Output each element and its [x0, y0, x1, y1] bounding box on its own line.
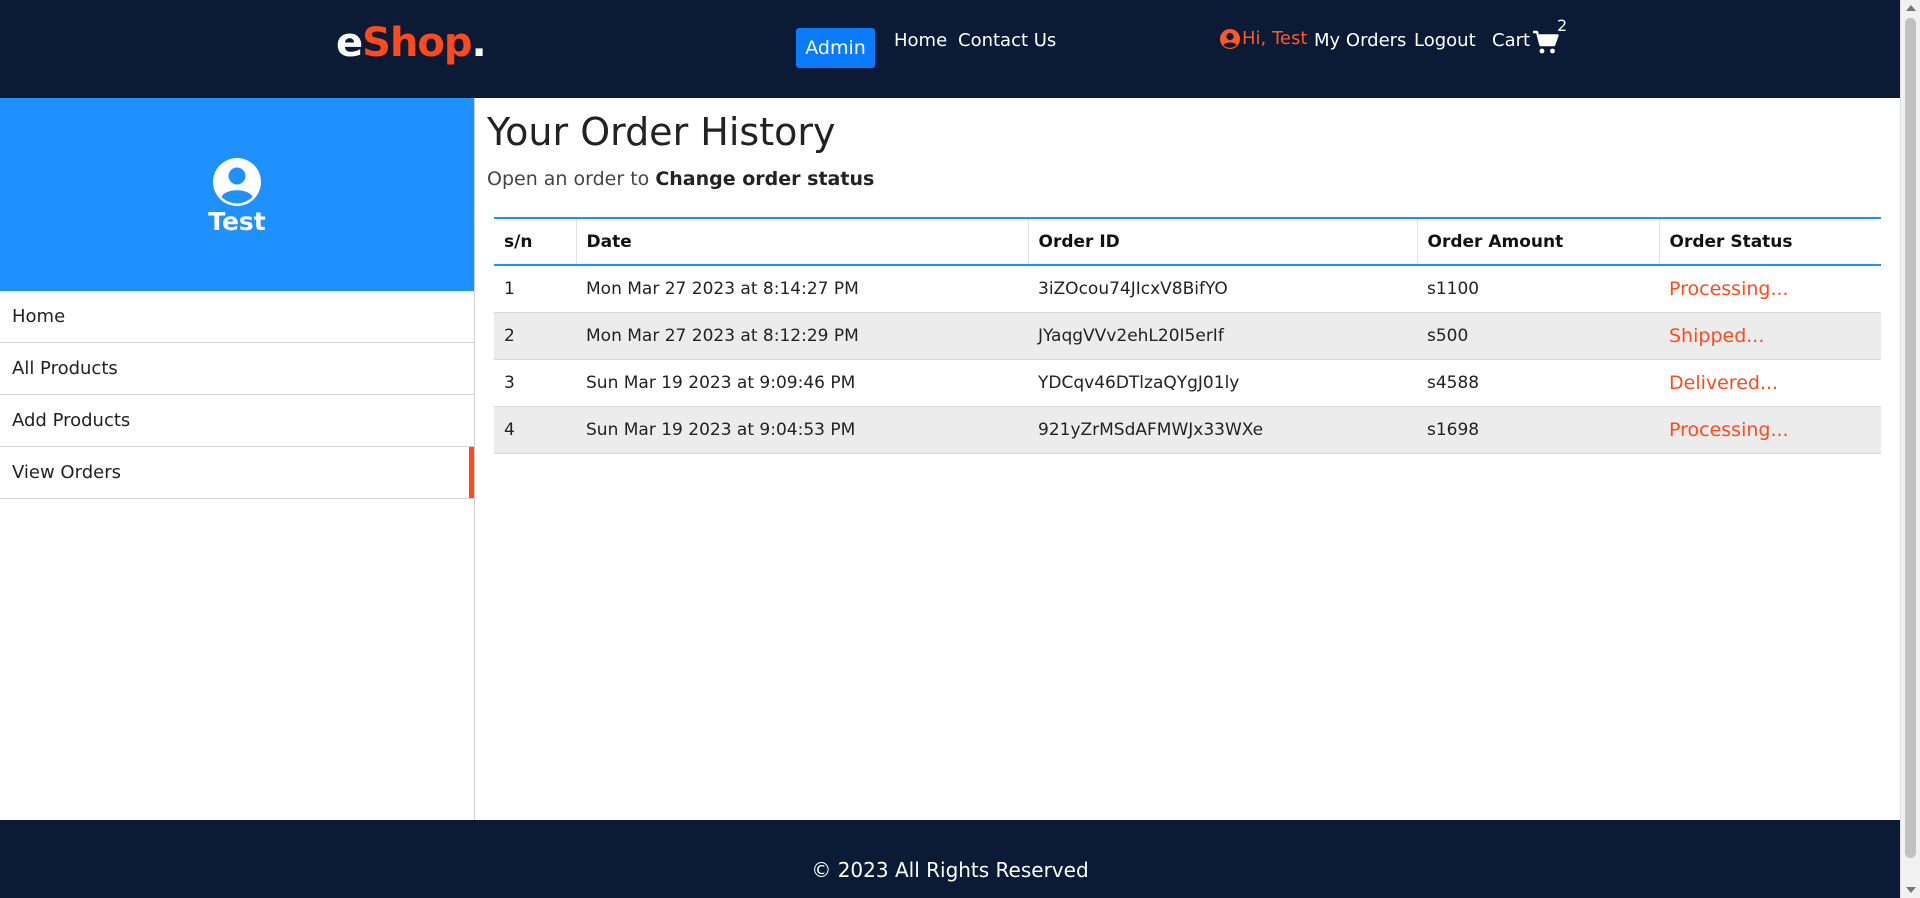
table-row[interactable]: 1 Mon Mar 27 2023 at 8:14:27 PM 3iZOcou7… — [494, 265, 1881, 313]
sidebar-item-label: Add Products — [12, 410, 131, 431]
orders-table: s/n Date Order ID Order Amount Order Sta… — [494, 217, 1881, 454]
cell-amount: s4588 — [1417, 359, 1659, 407]
cart-link[interactable]: Cart — [1492, 24, 1560, 56]
cart-label: Cart — [1492, 29, 1531, 51]
sidebar-item-all-products[interactable]: All Products — [0, 343, 474, 395]
column-header-sn: s/n — [504, 231, 533, 252]
cell-amount: s500 — [1417, 312, 1659, 360]
cell-amount: s1100 — [1417, 265, 1659, 313]
cell-order-id: 921yZrMSdAFMWJx33WXe — [1028, 406, 1417, 454]
cell-date: Mon Mar 27 2023 at 8:12:29 PM — [576, 312, 1028, 360]
page-footer: © 2023 All Rights Reserved — [0, 820, 1900, 898]
sidebar-item-view-orders[interactable]: View Orders — [0, 447, 474, 499]
cell-amount: s1698 — [1417, 406, 1659, 454]
column-header-date: Date — [575, 218, 1028, 265]
cell-sn: 2 — [494, 312, 576, 360]
table-row[interactable]: 4 Sun Mar 19 2023 at 9:04:53 PM 921yZrMS… — [494, 406, 1881, 454]
nav-contact-link[interactable]: Contact Us — [958, 30, 1056, 51]
cell-order-id: 3iZOcou74JIcxV8BifYO — [1028, 265, 1417, 313]
sidebar-item-label: All Products — [12, 358, 118, 379]
cell-date: Mon Mar 27 2023 at 8:14:27 PM — [576, 265, 1028, 313]
column-header-order-id: Order ID — [1027, 218, 1417, 265]
admin-sidebar: Test Home All Products Add Products View… — [0, 98, 475, 820]
cell-status: Delivered... — [1659, 359, 1881, 407]
user-greeting[interactable]: Hi, Test — [1220, 28, 1307, 49]
eshop-logo[interactable]: eShop. — [336, 20, 487, 66]
table-row[interactable]: 2 Mon Mar 27 2023 at 8:12:29 PM JYaqgVVv… — [494, 312, 1881, 360]
order-status-text: Shipped... — [1669, 324, 1765, 347]
page-title: Your Order History — [487, 110, 836, 154]
order-status-text: Delivered... — [1669, 371, 1779, 394]
column-header-order-amount: Order Amount — [1416, 218, 1659, 265]
scroll-up-arrow-icon[interactable] — [1906, 5, 1916, 11]
admin-button[interactable]: Admin — [796, 28, 875, 68]
scroll-down-arrow-icon[interactable] — [1906, 887, 1916, 893]
cell-date: Sun Mar 19 2023 at 9:09:46 PM — [576, 359, 1028, 407]
profile-panel: Test — [0, 98, 474, 291]
page-subtitle: Open an order to Change order status — [487, 168, 875, 190]
scrollbar-thumb[interactable] — [1905, 18, 1916, 858]
greeting-text: Hi, Test — [1242, 28, 1308, 49]
table-row[interactable]: 3 Sun Mar 19 2023 at 9:09:46 PM YDCqv46D… — [494, 359, 1881, 407]
shopping-cart-icon — [1533, 30, 1559, 54]
top-navbar: eShop. Admin Home Contact Us Hi, Test My… — [0, 0, 1900, 98]
cell-order-id: YDCqv46DTlzaQYgJ01ly — [1028, 359, 1417, 407]
cell-status: Processing... — [1659, 406, 1881, 454]
user-avatar-icon — [213, 158, 261, 206]
order-status-text: Processing... — [1669, 277, 1789, 300]
my-orders-link[interactable]: My Orders — [1314, 30, 1406, 51]
cell-sn: 4 — [494, 406, 576, 454]
cell-status: Shipped... — [1659, 312, 1881, 360]
profile-username: Test — [208, 207, 266, 236]
cell-sn: 1 — [494, 265, 576, 313]
copyright-text: © 2023 All Rights Reserved — [811, 858, 1089, 882]
page-scrollbar[interactable] — [1900, 0, 1920, 898]
logout-link[interactable]: Logout — [1414, 30, 1476, 51]
order-status-text: Processing... — [1669, 418, 1789, 441]
nav-home-link[interactable]: Home — [894, 30, 947, 51]
user-circle-icon — [1220, 28, 1240, 49]
cell-order-id: JYaqgVVv2ehL20I5erIf — [1028, 312, 1417, 360]
cart-count-badge: 2 — [1557, 16, 1568, 35]
cell-status: Processing... — [1659, 265, 1881, 313]
sidebar-item-label: Home — [12, 306, 66, 327]
table-header-row: s/n Date Order ID Order Amount Order Sta… — [494, 218, 1881, 265]
column-header-order-status: Order Status — [1658, 218, 1881, 265]
sidebar-item-label: View Orders — [12, 462, 121, 483]
cell-date: Sun Mar 19 2023 at 9:04:53 PM — [576, 406, 1028, 454]
sidebar-item-add-products[interactable]: Add Products — [0, 395, 474, 447]
cell-sn: 3 — [494, 359, 576, 407]
sidebar-item-home[interactable]: Home — [0, 291, 474, 343]
